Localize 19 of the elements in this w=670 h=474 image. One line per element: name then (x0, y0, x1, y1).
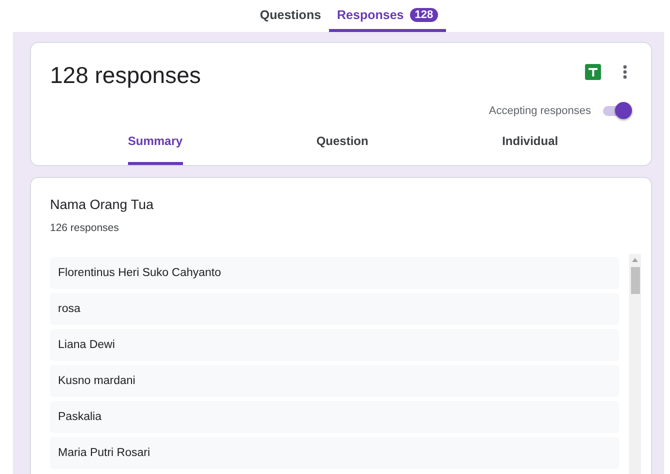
answer-row: Liana Dewi (50, 329, 619, 361)
responses-title: 128 responses (50, 62, 201, 89)
answer-row: Florentinus Heri Suko Cahyanto (50, 257, 619, 289)
scrollbar[interactable] (629, 254, 641, 474)
view-tab[interactable]: Summary (128, 134, 183, 165)
page-tab[interactable]: Questions (252, 0, 330, 32)
view-tab[interactable]: Question (316, 134, 368, 165)
spreadsheet-icon[interactable] (585, 64, 601, 80)
response-count: 126 responses (50, 222, 120, 234)
answer-row: Paskalia (50, 401, 619, 433)
accepting-label: Accepting responses (488, 105, 591, 117)
answer-row: rosa (50, 293, 619, 325)
question-title: Nama Orang Tua (50, 197, 155, 212)
more-menu-icon[interactable] (623, 64, 627, 80)
count-badge: 128 (410, 8, 438, 22)
accepting-toggle[interactable] (601, 101, 633, 121)
view-tab[interactable]: Individual (502, 134, 558, 165)
answer-row: Kusno mardani (50, 365, 619, 397)
answer-row: Maria Putri Rosari (50, 437, 619, 469)
